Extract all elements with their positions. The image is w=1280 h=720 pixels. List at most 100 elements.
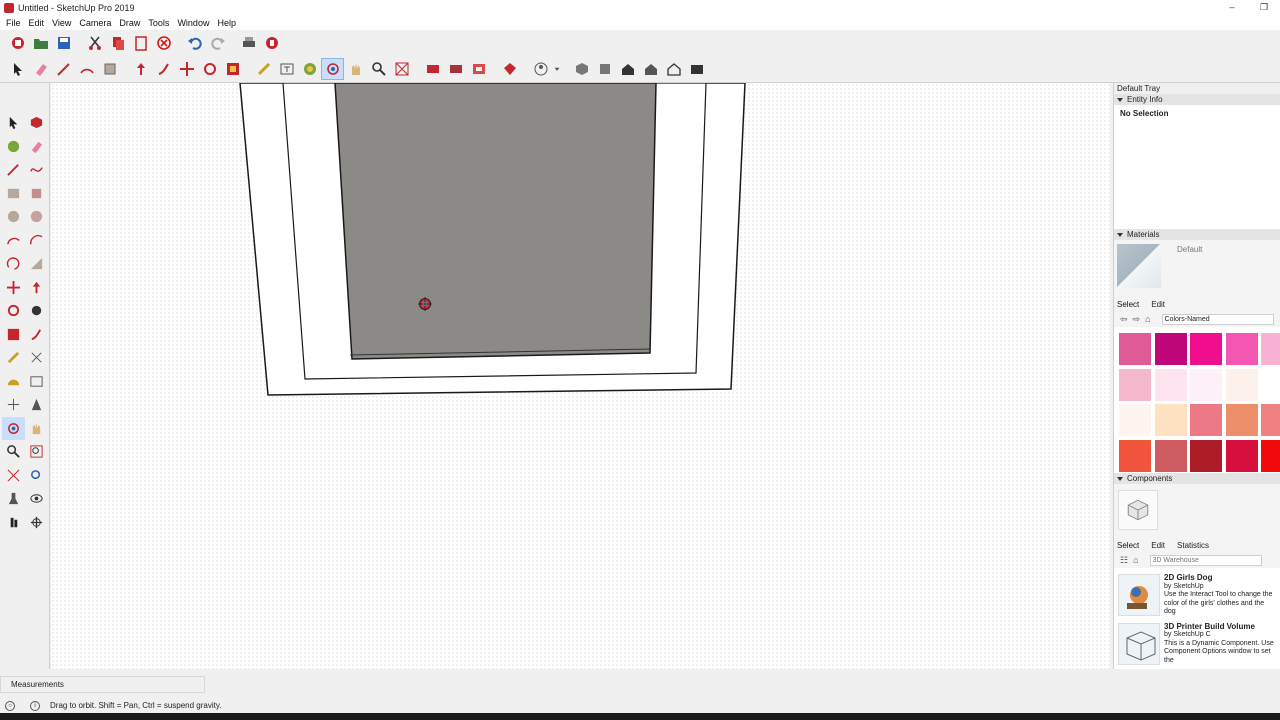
tab-select[interactable]: Select bbox=[1117, 541, 1139, 550]
rectangle-icon[interactable] bbox=[2, 182, 25, 206]
list-item[interactable]: 3D Printer Build Volume by SketchUp C Th… bbox=[1118, 622, 1276, 666]
color-swatch[interactable] bbox=[1190, 439, 1222, 472]
color-swatch[interactable] bbox=[1154, 333, 1187, 365]
right-view-icon[interactable] bbox=[639, 58, 662, 80]
dimension-icon[interactable] bbox=[25, 346, 48, 370]
paint-bucket-icon[interactable] bbox=[298, 58, 321, 80]
tape-measure-icon[interactable] bbox=[252, 58, 275, 80]
menu-window[interactable]: Window bbox=[173, 18, 213, 28]
paste-icon[interactable] bbox=[129, 32, 152, 54]
color-swatch[interactable] bbox=[1119, 368, 1151, 401]
undo-icon[interactable] bbox=[183, 32, 206, 54]
left-view-icon[interactable] bbox=[685, 58, 708, 80]
zoom-icon[interactable] bbox=[367, 58, 390, 80]
walk-icon[interactable] bbox=[2, 511, 25, 535]
push-pull-icon[interactable] bbox=[129, 58, 152, 80]
polygon-icon[interactable] bbox=[25, 205, 48, 229]
tab-statistics[interactable]: Statistics bbox=[1177, 541, 1209, 550]
paint-bucket-icon[interactable] bbox=[2, 135, 25, 159]
orbit-icon[interactable] bbox=[2, 416, 25, 440]
home-icon[interactable]: ⌂ bbox=[1133, 555, 1138, 565]
protractor-icon[interactable] bbox=[2, 370, 25, 394]
follow-me-icon[interactable] bbox=[25, 299, 48, 323]
tape-measure-icon[interactable] bbox=[2, 346, 25, 370]
color-swatch[interactable] bbox=[1119, 439, 1151, 472]
push-pull-icon[interactable] bbox=[25, 276, 48, 300]
drawing-canvas[interactable] bbox=[51, 83, 1110, 669]
tab-edit[interactable]: Edit bbox=[1151, 300, 1165, 309]
save-icon[interactable] bbox=[52, 32, 75, 54]
color-swatch[interactable] bbox=[1119, 404, 1151, 436]
freehand-icon[interactable] bbox=[25, 158, 48, 182]
front-view-icon[interactable] bbox=[616, 58, 639, 80]
print-icon[interactable] bbox=[237, 32, 260, 54]
zoom-icon[interactable] bbox=[2, 440, 25, 464]
rectangle-shape-icon[interactable] bbox=[98, 58, 121, 80]
position-camera-icon[interactable] bbox=[2, 487, 25, 511]
look-around-icon[interactable] bbox=[25, 487, 48, 511]
tab-select[interactable]: Select bbox=[1117, 300, 1139, 309]
view-options-icon[interactable]: ☷ bbox=[1120, 555, 1128, 566]
text-tool-icon[interactable] bbox=[275, 58, 298, 80]
home-icon[interactable]: ⌂ bbox=[1145, 314, 1150, 324]
back-view-icon[interactable] bbox=[662, 58, 685, 80]
pan-hand-icon[interactable] bbox=[344, 58, 367, 80]
copy-icon[interactable] bbox=[106, 32, 129, 54]
select-arrow-icon[interactable] bbox=[2, 111, 25, 135]
color-swatch[interactable] bbox=[1190, 368, 1222, 401]
menu-help[interactable]: Help bbox=[213, 18, 240, 28]
warehouse-icon[interactable] bbox=[421, 58, 444, 80]
color-swatch[interactable] bbox=[1261, 404, 1280, 436]
list-item[interactable]: 2D Girls Dog by SketchUp Use the Interac… bbox=[1118, 574, 1276, 617]
open-folder-icon[interactable] bbox=[29, 32, 52, 54]
pencil-line-icon[interactable] bbox=[52, 58, 75, 80]
arc-icon[interactable] bbox=[75, 58, 98, 80]
redo-icon[interactable] bbox=[206, 32, 229, 54]
new-file-icon[interactable] bbox=[6, 32, 29, 54]
color-swatch[interactable] bbox=[1154, 404, 1187, 436]
move-icon[interactable] bbox=[2, 276, 25, 300]
back-arrow-icon[interactable]: ⇦ bbox=[1120, 314, 1128, 325]
color-swatch[interactable] bbox=[1225, 368, 1258, 401]
arc-icon[interactable] bbox=[2, 229, 25, 253]
color-swatch[interactable] bbox=[1261, 333, 1280, 365]
color-swatch[interactable] bbox=[1190, 333, 1222, 365]
model-info-icon[interactable] bbox=[260, 32, 283, 54]
geo-location-icon[interactable]: ○ bbox=[5, 700, 15, 711]
library-select[interactable]: Colors-Named bbox=[1161, 313, 1274, 325]
menu-view[interactable]: View bbox=[48, 18, 75, 28]
menu-tools[interactable]: Tools bbox=[144, 18, 173, 28]
erase-icon[interactable] bbox=[152, 32, 175, 54]
menu-camera[interactable]: Camera bbox=[75, 18, 115, 28]
eraser-icon[interactable] bbox=[25, 135, 48, 159]
axes-icon[interactable] bbox=[2, 393, 25, 417]
components-header[interactable]: Components bbox=[1114, 473, 1280, 484]
make-component-icon[interactable] bbox=[25, 111, 48, 135]
offset-icon[interactable] bbox=[25, 323, 48, 347]
info-icon[interactable]: i bbox=[30, 700, 40, 711]
dropdown-arrow-icon[interactable] bbox=[552, 58, 562, 80]
select-arrow-icon[interactable] bbox=[6, 58, 29, 80]
color-swatch[interactable] bbox=[1225, 333, 1258, 365]
color-swatch[interactable] bbox=[1154, 368, 1187, 401]
extension-warehouse-icon[interactable] bbox=[467, 58, 490, 80]
color-swatch[interactable] bbox=[1261, 368, 1280, 401]
color-swatch[interactable] bbox=[1119, 333, 1151, 365]
zoom-extents-icon[interactable] bbox=[2, 464, 25, 488]
text-tool-icon[interactable] bbox=[25, 370, 48, 394]
warehouse-search-input[interactable] bbox=[1149, 554, 1262, 566]
share-model-icon[interactable] bbox=[444, 58, 467, 80]
line-icon[interactable] bbox=[2, 158, 25, 182]
zoom-extents-icon[interactable] bbox=[390, 58, 413, 80]
user-account-icon[interactable] bbox=[529, 58, 552, 80]
color-swatch[interactable] bbox=[1154, 439, 1187, 472]
scale-icon[interactable] bbox=[221, 58, 244, 80]
cut-icon[interactable] bbox=[83, 32, 106, 54]
materials-header[interactable]: Materials bbox=[1114, 229, 1280, 240]
forward-arrow-icon[interactable]: ⇨ bbox=[1133, 314, 1141, 325]
two-point-arc-icon[interactable] bbox=[25, 229, 48, 253]
section-plane-icon[interactable] bbox=[25, 511, 48, 535]
entity-info-header[interactable]: Entity Info bbox=[1114, 94, 1280, 105]
3d-text-icon[interactable] bbox=[25, 393, 48, 417]
follow-me-icon[interactable] bbox=[152, 58, 175, 80]
